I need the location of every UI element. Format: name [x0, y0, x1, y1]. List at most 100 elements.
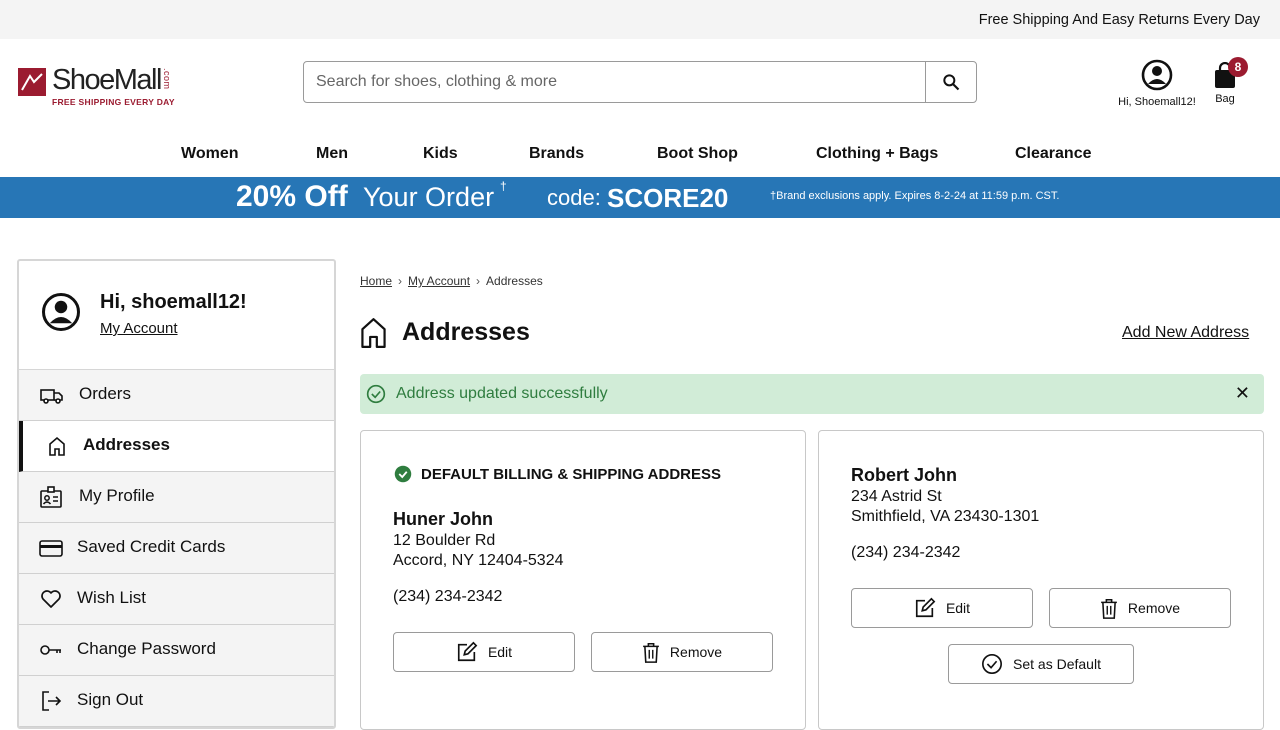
sidebar-item-label: Sign Out [77, 690, 144, 709]
page-header: Addresses [360, 317, 530, 348]
close-icon[interactable]: ✕ [1235, 383, 1250, 404]
free-shipping-text: Free Shipping And Easy Returns Every Day [978, 11, 1260, 28]
search-icon [943, 74, 960, 91]
address-city: Accord, NY 12404-5324 [393, 552, 564, 569]
promo-fine-print: †Brand exclusions apply. Expires 8-2-24 … [770, 190, 1060, 202]
search-input[interactable] [304, 62, 925, 102]
address-street: 12 Boulder Rd [393, 532, 496, 549]
check-circle-icon [366, 384, 386, 404]
home-icon [49, 436, 65, 456]
address-name: Robert John [851, 465, 957, 485]
shoemall-logo[interactable]: ShoeMall .com FREE SHIPPING EVERY DAY [18, 64, 188, 110]
bag-count-badge: 8 [1228, 57, 1248, 77]
site-header: ShoeMall .com FREE SHIPPING EVERY DAY Hi… [0, 39, 1280, 129]
sidebar-item-label: Addresses [83, 435, 170, 454]
default-label-text: DEFAULT BILLING & SHIPPING ADDRESS [421, 465, 722, 483]
default-address-label: DEFAULT BILLING & SHIPPING ADDRESS [394, 465, 721, 483]
truck-icon [40, 389, 63, 404]
user-circle-icon [42, 293, 80, 331]
credit-card-icon [39, 540, 63, 557]
account-sidebar: Hi, shoemall12! My Account Orders Addres… [17, 259, 336, 729]
alert-message: Address updated successfully [396, 385, 608, 402]
logo-mark-icon [18, 68, 46, 96]
nav-women[interactable]: Women [181, 145, 238, 163]
breadcrumb-current: Addresses [486, 274, 543, 288]
promo-rest: Your Order [363, 182, 495, 212]
add-new-address-link[interactable]: Add New Address [1122, 324, 1249, 342]
breadcrumb-my-account[interactable]: My Account [408, 274, 470, 288]
edit-icon [457, 641, 478, 662]
address-phone: (234) 234-2342 [393, 588, 503, 605]
sidebar-item-my-profile[interactable]: My Profile [19, 472, 334, 523]
sidebar-item-label: Wish List [77, 588, 146, 607]
nav-kids[interactable]: Kids [423, 145, 458, 163]
check-circle-icon [394, 465, 412, 483]
home-icon [361, 318, 386, 348]
address-phone: (234) 234-2342 [851, 544, 961, 561]
edit-button[interactable]: Edit [851, 588, 1033, 628]
id-card-icon [40, 486, 62, 508]
sidebar-greeting: Hi, shoemall12! My Account [19, 261, 334, 370]
success-alert: Address updated successfully ✕ [360, 374, 1264, 414]
sidebar-item-wish-list[interactable]: Wish List [19, 574, 334, 625]
account-label: Hi, Shoemall12! [1118, 96, 1196, 108]
nav-clothing-bags[interactable]: Clothing + Bags [816, 145, 938, 163]
address-card-default: DEFAULT BILLING & SHIPPING ADDRESS Huner… [360, 430, 806, 730]
account-button[interactable]: Hi, Shoemall12! [1110, 59, 1204, 108]
key-icon [40, 645, 61, 655]
promo-code: SCORE20 [607, 183, 729, 213]
trash-icon [643, 642, 659, 663]
trash-icon [1101, 598, 1117, 619]
sidebar-item-sign-out[interactable]: Sign Out [19, 676, 334, 727]
breadcrumb: Home › My Account › Addresses [360, 274, 543, 288]
sidebar-item-change-password[interactable]: Change Password [19, 625, 334, 676]
edit-label: Edit [945, 600, 971, 616]
address-street: 234 Astrid St [851, 488, 942, 505]
remove-button[interactable]: Remove [1049, 588, 1231, 628]
address-name: Huner John [393, 509, 494, 529]
sidebar-item-label: Saved Credit Cards [77, 537, 226, 556]
nav-brands[interactable]: Brands [529, 145, 584, 163]
promo-discount: 20% Off [236, 180, 348, 213]
logo-suffix: .com [162, 68, 172, 90]
bag-label: Bag [1215, 93, 1235, 105]
nav-boot-shop[interactable]: Boot Shop [657, 145, 738, 163]
address-card: Robert John 234 Astrid St Smithfield, VA… [818, 430, 1264, 730]
promo-code-label: code: [547, 185, 601, 210]
nav-clearance[interactable]: Clearance [1015, 145, 1092, 163]
chevron-right-icon: › [476, 274, 481, 288]
set-as-default-button[interactable]: Set as Default [948, 644, 1134, 684]
main-nav: Women Men Kids Brands Boot Shop Clothing… [0, 129, 1280, 177]
promo-banner[interactable]: 20% Off Your Order † code: SCORE20 †Bran… [0, 177, 1280, 218]
check-circle-icon [982, 654, 1003, 674]
chevron-right-icon: › [398, 274, 403, 288]
logo-tagline: FREE SHIPPING EVERY DAY [52, 97, 175, 107]
sidebar-item-label: My Profile [79, 486, 155, 505]
remove-label: Remove [669, 644, 723, 660]
sidebar-item-label: Change Password [77, 639, 216, 658]
sidebar-item-addresses[interactable]: Addresses [19, 421, 334, 472]
bag-button[interactable]: 8 Bag [1205, 57, 1248, 105]
sidebar-item-saved-credit-cards[interactable]: Saved Credit Cards [19, 523, 334, 574]
set-default-label: Set as Default [1013, 656, 1101, 672]
page-title: Addresses [402, 318, 530, 346]
edit-button[interactable]: Edit [393, 632, 575, 672]
search-bar [303, 61, 977, 103]
nav-men[interactable]: Men [316, 145, 348, 163]
search-button[interactable] [925, 62, 976, 102]
logo-wordmark: ShoeMall [52, 64, 162, 96]
breadcrumb-home[interactable]: Home [360, 274, 392, 288]
promo-dagger: † [500, 179, 507, 193]
address-city: Smithfield, VA 23430-1301 [851, 508, 1040, 525]
edit-icon [915, 597, 936, 618]
remove-label: Remove [1127, 600, 1181, 616]
heart-icon [41, 590, 61, 608]
sign-out-icon [42, 691, 62, 711]
sidebar-greeting-text: Hi, shoemall12! [100, 291, 247, 313]
user-circle-icon [1141, 59, 1173, 91]
sidebar-item-orders[interactable]: Orders [19, 370, 334, 421]
remove-button[interactable]: Remove [591, 632, 773, 672]
top-promo-bar: Free Shipping And Easy Returns Every Day [0, 0, 1280, 39]
edit-label: Edit [487, 644, 513, 660]
my-account-link[interactable]: My Account [100, 320, 178, 337]
